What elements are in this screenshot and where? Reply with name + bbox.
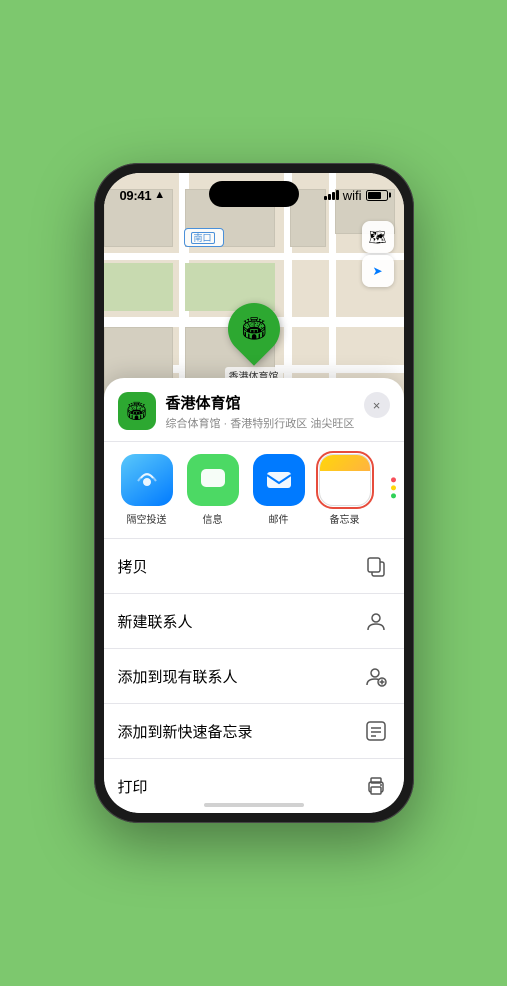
share-item-messages[interactable]: 信息 — [184, 454, 242, 526]
print-icon — [362, 772, 390, 800]
map-controls[interactable]: 🗺 ➤ — [362, 221, 394, 289]
pin-circle: 🏟 — [217, 292, 291, 366]
battery-icon — [366, 190, 388, 201]
dot-red — [391, 477, 396, 482]
more-dots — [391, 477, 396, 498]
venue-description: 综合体育馆 · 香港特别行政区 油尖旺区 — [166, 415, 364, 431]
venue-info: 香港体育馆 综合体育馆 · 香港特别行政区 油尖旺区 — [166, 392, 364, 431]
copy-icon — [362, 552, 390, 580]
action-row-add-contact[interactable]: 添加到现有联系人 — [104, 649, 404, 704]
share-item-mail[interactable]: 邮件 — [250, 454, 308, 526]
stadium-pin: 🏟 香港体育馆 — [225, 303, 283, 384]
dot-yellow — [391, 485, 396, 490]
notes-lines-container — [338, 473, 352, 505]
messages-icon — [187, 454, 239, 506]
print-label: 打印 — [118, 776, 148, 797]
airdrop-label: 隔空投送 — [127, 511, 167, 526]
bottom-sheet: 🏟 香港体育馆 综合体育馆 · 香港特别行政区 油尖旺区 × — [104, 378, 404, 813]
wifi-icon: wifi — [343, 188, 362, 203]
location-tag: 南口 — [191, 232, 215, 244]
status-time: 09:41 — [120, 188, 152, 203]
map-type-button[interactable]: 🗺 — [362, 221, 394, 253]
location-label: 南口 — [184, 228, 224, 247]
quick-note-label: 添加到新快速备忘录 — [118, 721, 253, 742]
battery-fill — [368, 192, 382, 199]
mail-icon — [253, 454, 305, 506]
notes-icon — [319, 454, 371, 506]
copy-label: 拷贝 — [118, 556, 148, 577]
pin-emoji: 🏟 — [240, 316, 268, 342]
share-row: 隔空投送 信息 — [104, 442, 404, 539]
action-row-new-contact[interactable]: 新建联系人 — [104, 594, 404, 649]
close-button[interactable]: × — [364, 392, 390, 418]
location-arrow-icon: ▲ — [154, 189, 165, 201]
dot-green — [391, 493, 396, 498]
signal-bar-3 — [332, 192, 335, 200]
new-contact-icon — [362, 607, 390, 635]
status-icons: wifi — [324, 188, 388, 203]
action-row-quick-note[interactable]: 添加到新快速备忘录 — [104, 704, 404, 759]
road-h-3 — [104, 253, 404, 260]
mail-label: 邮件 — [269, 511, 289, 526]
home-indicator — [204, 803, 304, 807]
signal-bar-1 — [324, 196, 327, 200]
signal-bar-2 — [328, 194, 331, 200]
add-contact-label: 添加到现有联系人 — [118, 666, 238, 687]
airdrop-icon — [121, 454, 173, 506]
close-icon: × — [373, 398, 381, 413]
phone-frame: 09:41 ▲ wifi — [94, 163, 414, 823]
signal-bar-4 — [336, 190, 339, 200]
dynamic-island — [209, 181, 299, 207]
venue-name: 香港体育馆 — [166, 392, 364, 413]
messages-label: 信息 — [203, 511, 223, 526]
signal-bars-icon — [324, 190, 339, 200]
share-item-notes[interactable]: 备忘录 — [316, 454, 374, 526]
map-icon: 🗺 — [369, 229, 387, 246]
add-contact-icon — [362, 662, 390, 690]
venue-icon: 🏟 — [118, 392, 156, 430]
phone-screen: 09:41 ▲ wifi — [104, 173, 404, 813]
notes-header — [320, 455, 370, 471]
quick-note-icon — [362, 717, 390, 745]
venue-header: 🏟 香港体育馆 综合体育馆 · 香港特别行政区 油尖旺区 × — [104, 378, 404, 442]
share-item-airdrop[interactable]: 隔空投送 — [118, 454, 176, 526]
notes-label: 备忘录 — [330, 511, 360, 526]
new-contact-label: 新建联系人 — [118, 611, 193, 632]
location-button[interactable]: ➤ — [362, 255, 394, 287]
location-icon: ➤ — [372, 264, 382, 278]
venue-icon-emoji: 🏟 — [125, 401, 148, 422]
action-row-copy[interactable]: 拷贝 — [104, 539, 404, 594]
park-1 — [104, 263, 173, 311]
